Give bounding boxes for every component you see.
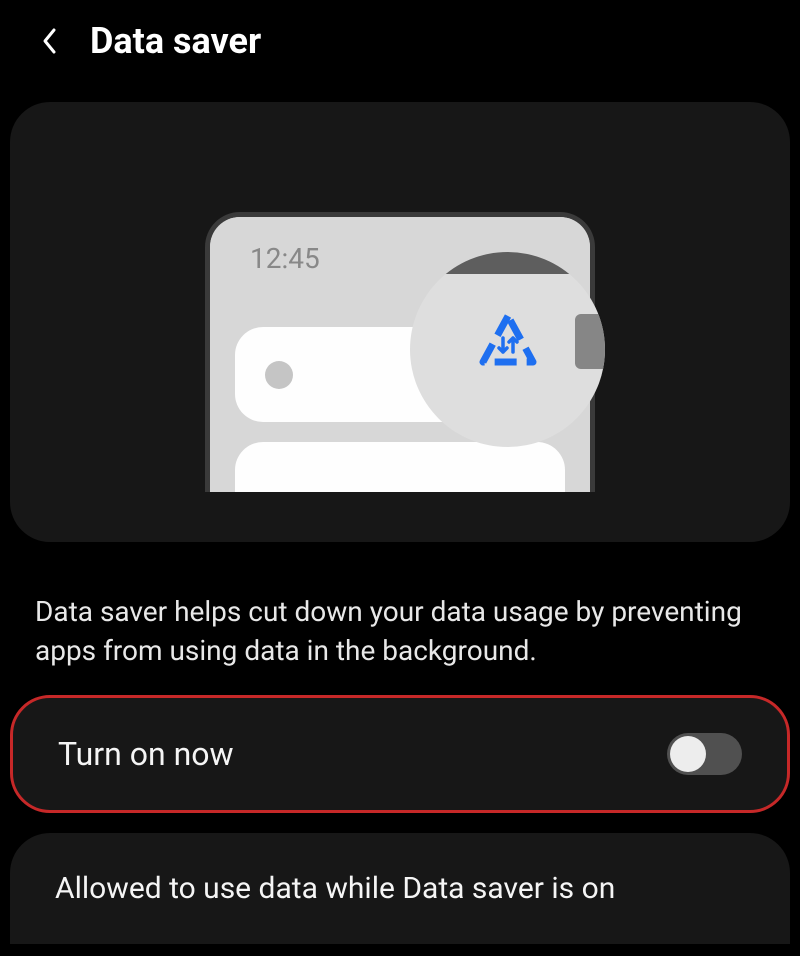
turn-on-label: Turn on now xyxy=(58,735,234,773)
magnify-top-bar xyxy=(410,252,605,274)
magnify-circle xyxy=(410,252,605,447)
toggle-knob xyxy=(670,736,706,772)
turn-on-toggle[interactable] xyxy=(667,733,742,775)
data-saver-triangle-icon xyxy=(473,312,543,378)
illustration-row-2 xyxy=(235,442,565,492)
allowed-label: Allowed to use data while Data saver is … xyxy=(55,871,745,906)
back-icon[interactable] xyxy=(40,26,60,56)
description-text: Data saver helps cut down your data usag… xyxy=(0,562,800,685)
header: Data saver xyxy=(0,0,800,82)
battery-icon xyxy=(575,314,605,369)
illustration-card: 12:45 xyxy=(10,102,790,542)
allowed-data-row[interactable]: Allowed to use data while Data saver is … xyxy=(10,833,790,944)
illustration-dot xyxy=(265,361,293,389)
turn-on-now-row[interactable]: Turn on now xyxy=(10,695,790,813)
page-title: Data saver xyxy=(90,20,261,62)
phone-time: 12:45 xyxy=(250,242,320,275)
